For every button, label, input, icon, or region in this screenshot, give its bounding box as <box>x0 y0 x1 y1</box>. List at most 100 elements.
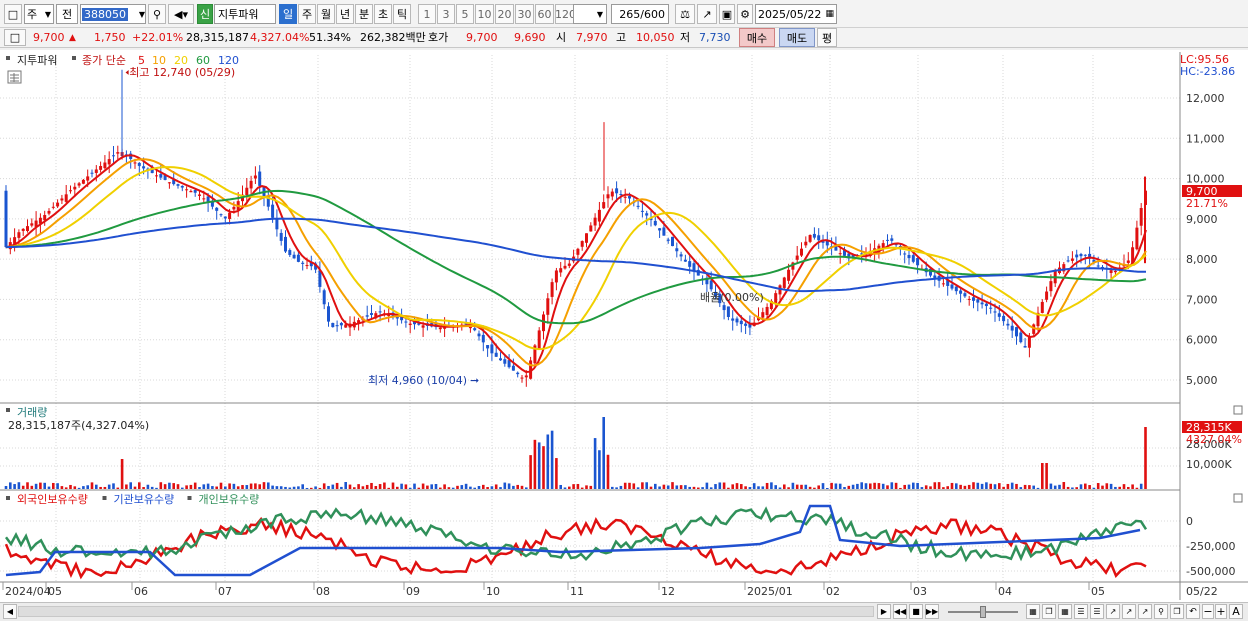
y-tick-label: 10,000K <box>1186 458 1232 471</box>
volume-bar <box>679 485 683 489</box>
zoom-slider-handle[interactable] <box>980 606 986 618</box>
candle-body <box>812 233 816 238</box>
interval-button[interactable]: 5 <box>456 4 474 24</box>
window-icon[interactable]: □ <box>4 4 22 24</box>
volume-bar <box>503 482 507 489</box>
volume-bar <box>288 487 292 489</box>
candle-body <box>739 320 743 325</box>
search-icon[interactable]: ⚲ <box>148 4 166 24</box>
stock-name-field[interactable]: 지투파워 <box>214 4 276 24</box>
volume-bar <box>980 483 984 489</box>
interval-dropdown[interactable]: ▼ <box>573 4 607 24</box>
interval-button[interactable]: 1 <box>418 4 436 24</box>
zoom-reset-icon[interactable]: ↶ <box>1186 604 1200 619</box>
save-icon[interactable]: ▣ <box>719 4 735 24</box>
period-type-select[interactable]: 주 ▼ <box>24 4 54 24</box>
candle-body <box>473 328 477 331</box>
low-price: 7,730 <box>699 31 731 44</box>
chart-area[interactable]: 지투파워 종가 단순 5 10 20 60 120 LC:95.56 HC:-23.86… <box>0 50 1248 602</box>
stock-code-input[interactable]: 388050 ▼ <box>80 4 146 24</box>
count-field[interactable]: 265/600 <box>611 4 669 24</box>
candle-body <box>107 159 111 165</box>
candle-body <box>636 205 640 207</box>
grid-icon[interactable]: ▦ <box>1058 604 1072 619</box>
volume-bar <box>447 487 451 489</box>
rewind-icon[interactable]: ◀◀ <box>893 604 907 619</box>
volume-bar <box>202 484 206 489</box>
candle-body <box>99 166 103 170</box>
ma-line <box>5 217 1146 293</box>
candle-body <box>1040 301 1044 313</box>
sell-button[interactable]: 매도 <box>779 28 815 47</box>
candle-body <box>675 248 679 252</box>
candle-body <box>623 196 627 198</box>
timeframe-button[interactable]: 월 <box>317 4 335 24</box>
scroll-right-icon[interactable]: ▶ <box>877 604 891 619</box>
volume-bar <box>90 482 94 489</box>
gear-icon[interactable]: ⚙ <box>737 4 753 24</box>
interval-button[interactable]: 60 <box>535 4 554 24</box>
horizontal-scrollbar[interactable] <box>18 606 874 617</box>
volume-bar <box>864 483 868 489</box>
volume-bar <box>1071 487 1074 489</box>
volume-bar <box>56 483 59 489</box>
interval-button[interactable]: 20 <box>495 4 514 24</box>
pane-close-icon[interactable] <box>1233 405 1243 415</box>
volume-bar <box>718 482 722 489</box>
trend3-icon[interactable]: ↗ <box>1138 604 1152 619</box>
magnifier-icon[interactable]: ⚲ <box>1154 604 1168 619</box>
candle-body <box>30 223 34 226</box>
volume-bar <box>383 482 386 489</box>
stop-icon[interactable]: ■ <box>909 604 923 619</box>
sound-icon[interactable]: ◀▾ <box>168 4 194 24</box>
current-pct-tag-text: 21.71% <box>1186 197 1228 210</box>
copy-icon[interactable]: ❐ <box>1042 604 1056 619</box>
restore-icon[interactable]: ❐ <box>1170 604 1184 619</box>
volume-bar <box>748 487 752 489</box>
volume-title: 거래량 <box>17 406 47 419</box>
buy-button[interactable]: 매수 <box>739 28 775 47</box>
trend-icon[interactable]: ↗ <box>1106 604 1120 619</box>
date-field[interactable]: 2025/05/22 ▦ <box>755 4 837 24</box>
interval-button[interactable]: 3 <box>437 4 455 24</box>
scroll-left-icon[interactable]: ◀ <box>3 604 17 619</box>
market-type-button[interactable]: 전 <box>56 4 78 24</box>
interval-button[interactable]: 10 <box>475 4 494 24</box>
timeframe-button[interactable]: 년 <box>336 4 354 24</box>
pane-close-icon[interactable] <box>1233 493 1243 503</box>
volume-bar <box>967 484 971 489</box>
timeframe-button[interactable]: 초 <box>374 4 392 24</box>
zoom-in-icon[interactable]: + <box>1215 604 1227 619</box>
volume-bar <box>937 482 941 489</box>
zoom-out-icon[interactable]: − <box>1202 604 1214 619</box>
draw-icon[interactable]: ↗ <box>697 4 717 24</box>
list-icon[interactable]: ☰ <box>1090 604 1104 619</box>
pane-marker-icon <box>102 496 107 500</box>
timeframe-button[interactable]: 분 <box>355 4 373 24</box>
candle-body <box>997 313 1001 317</box>
holdings-series-label: 기관보유수량 <box>114 493 175 506</box>
candle-body <box>284 236 287 252</box>
timeframe-button[interactable]: 주 <box>298 4 316 24</box>
candle-body <box>954 286 958 292</box>
candle-body <box>245 187 249 196</box>
avg-button[interactable]: 평 <box>817 28 837 47</box>
font-size-icon[interactable]: A <box>1229 604 1243 619</box>
volume-bar <box>671 482 674 489</box>
timeframe-button[interactable]: 틱 <box>393 4 411 24</box>
timeframe-button[interactable]: 일 <box>279 4 297 24</box>
volume-bar <box>47 486 51 489</box>
chart-canvas[interactable]: 지투파워 종가 단순 5 10 20 60 120 LC:95.56 HC:-23.86… <box>0 50 1248 602</box>
volume-bar <box>172 483 175 489</box>
trend2-icon[interactable]: ↗ <box>1122 604 1136 619</box>
volume-bar <box>787 487 790 489</box>
volume-bar <box>692 486 696 489</box>
y-tick-label: 0 <box>1186 515 1193 528</box>
bars-icon[interactable]: ☰ <box>1074 604 1088 619</box>
indicator-icon[interactable]: ⚖ <box>675 4 695 24</box>
play-icon[interactable]: ▶▶ <box>925 604 939 619</box>
expand-icon[interactable]: □ <box>4 29 26 46</box>
ma-line <box>5 158 1147 367</box>
interval-button[interactable]: 30 <box>515 4 534 24</box>
layout-icon[interactable]: ▦ <box>1026 604 1040 619</box>
